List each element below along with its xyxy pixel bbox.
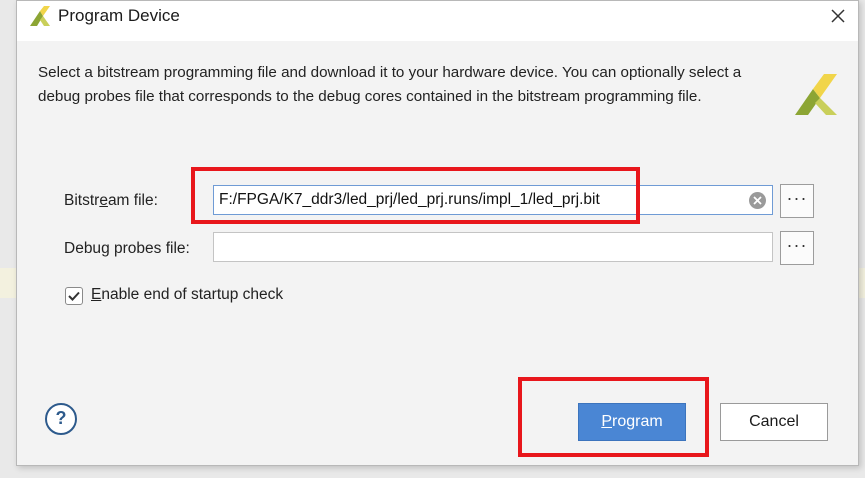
program-device-dialog: Program Device Select a bitstream progra… bbox=[16, 0, 859, 466]
cancel-button[interactable]: Cancel bbox=[720, 403, 828, 441]
annotation-box-program bbox=[518, 377, 709, 457]
xilinx-logo-icon bbox=[30, 6, 50, 26]
dialog-body: Select a bitstream programming file and … bbox=[17, 41, 858, 465]
dialog-title: Program Device bbox=[58, 6, 180, 25]
debug-probes-file-label: Debug probes file: bbox=[64, 240, 190, 257]
startup-check-label[interactable]: Enable end of startup check bbox=[91, 286, 283, 304]
checkmark-icon bbox=[68, 291, 80, 301]
debug-probes-browse-button[interactable]: ··· bbox=[780, 231, 814, 265]
title-bar: Program Device bbox=[17, 1, 858, 33]
bitstream-file-label: Bitstream file: bbox=[64, 192, 158, 209]
clear-icon[interactable] bbox=[748, 191, 767, 210]
xilinx-logo-icon bbox=[795, 74, 837, 115]
startup-check-checkbox[interactable] bbox=[65, 287, 83, 305]
bitstream-browse-button[interactable]: ··· bbox=[780, 184, 814, 218]
annotation-box-bitstream bbox=[191, 167, 640, 224]
help-button[interactable]: ? bbox=[45, 403, 77, 435]
debug-probes-file-input[interactable] bbox=[213, 232, 773, 262]
dialog-description: Select a bitstream programming file and … bbox=[38, 64, 742, 105]
close-icon[interactable] bbox=[826, 4, 850, 28]
